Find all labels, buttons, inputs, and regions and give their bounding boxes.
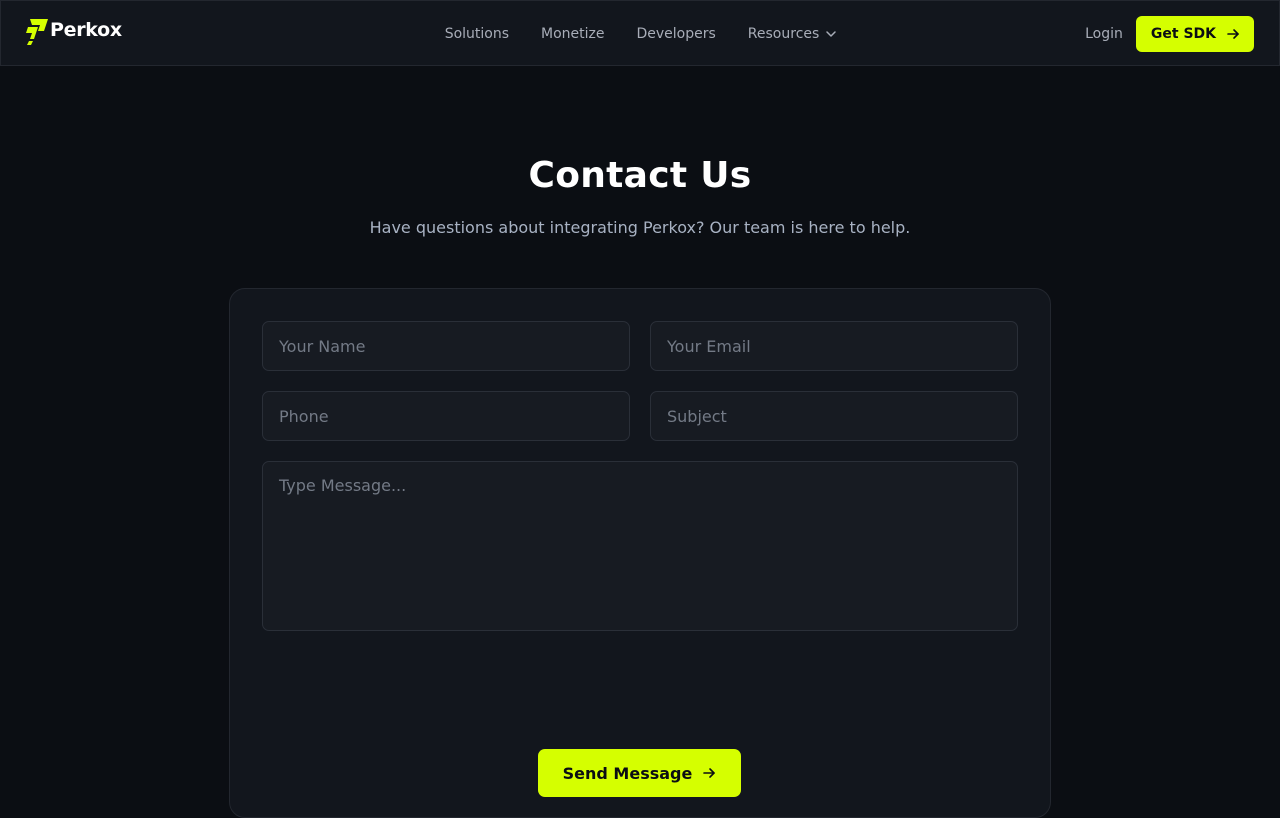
arrow-right-icon <box>703 768 716 778</box>
message-textarea[interactable] <box>262 461 1018 631</box>
phone-input[interactable] <box>262 391 630 441</box>
page-title: Contact Us <box>528 155 752 196</box>
nav-item-resources[interactable]: Resources <box>748 26 838 42</box>
arrow-right-icon <box>1227 29 1239 39</box>
nav-item-label: Monetize <box>541 26 605 42</box>
send-message-button[interactable]: Send Message <box>538 749 741 797</box>
nav-item-solutions[interactable]: Solutions <box>445 26 509 42</box>
page-subtitle: Have questions about integrating Perkox?… <box>369 218 911 237</box>
email-input[interactable] <box>650 321 1018 371</box>
perkox-logo-icon <box>26 19 48 45</box>
login-link[interactable]: Login <box>1085 26 1123 42</box>
get-sdk-label: Get SDK <box>1150 26 1216 42</box>
brand-logo-link[interactable]: Perkox <box>26 19 122 45</box>
subject-input[interactable] <box>650 391 1018 441</box>
get-sdk-button[interactable]: Get SDK <box>1135 16 1254 52</box>
nav-item-label: Resources <box>747 26 820 42</box>
send-message-label: Send Message <box>562 763 693 783</box>
nav-item-monetize[interactable]: Monetize <box>541 26 604 42</box>
name-input[interactable] <box>262 321 630 371</box>
top-navbar: Perkox Solutions Monetize Developers Res… <box>0 0 1280 66</box>
nav-item-label: Solutions <box>444 26 510 42</box>
contact-form: Send Message <box>229 288 1051 818</box>
nav-item-label: Developers <box>636 26 716 42</box>
chevron-down-icon <box>826 31 837 37</box>
nav-item-developers[interactable]: Developers <box>637 26 716 42</box>
header-actions: Login Get SDK <box>1085 16 1254 52</box>
brand-name: Perkox <box>50 19 122 41</box>
contact-hero: Contact Us Have questions about integrat… <box>0 155 1280 237</box>
